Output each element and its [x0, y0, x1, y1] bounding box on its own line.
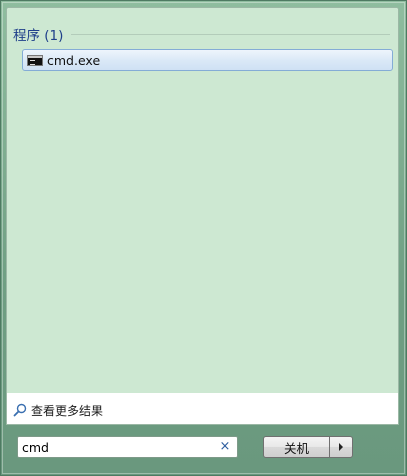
- group-title: 程序 (1): [13, 28, 64, 44]
- shutdown-options-button[interactable]: [330, 436, 353, 458]
- cmd-icon: [27, 54, 43, 66]
- see-more-results-label: 查看更多结果: [31, 403, 104, 418]
- search-box: ×: [17, 436, 238, 458]
- results-area: 程序 (1) cmd.exe: [7, 8, 398, 393]
- see-more-results-link[interactable]: 查看更多结果: [13, 401, 103, 419]
- shutdown-button[interactable]: 关机: [263, 436, 330, 458]
- search-icon: [13, 403, 27, 417]
- search-input[interactable]: [18, 438, 217, 456]
- result-item-cmd[interactable]: cmd.exe: [22, 49, 393, 71]
- clear-icon[interactable]: ×: [217, 438, 233, 456]
- group-header-programs: 程序 (1): [13, 26, 390, 44]
- group-divider: [71, 33, 390, 35]
- search-results-panel: 程序 (1) cmd.exe 查看更多结果: [6, 7, 399, 425]
- result-item-label: cmd.exe: [47, 52, 101, 68]
- right-arrow-icon: [339, 443, 343, 451]
- shutdown-group: 关机: [263, 436, 353, 458]
